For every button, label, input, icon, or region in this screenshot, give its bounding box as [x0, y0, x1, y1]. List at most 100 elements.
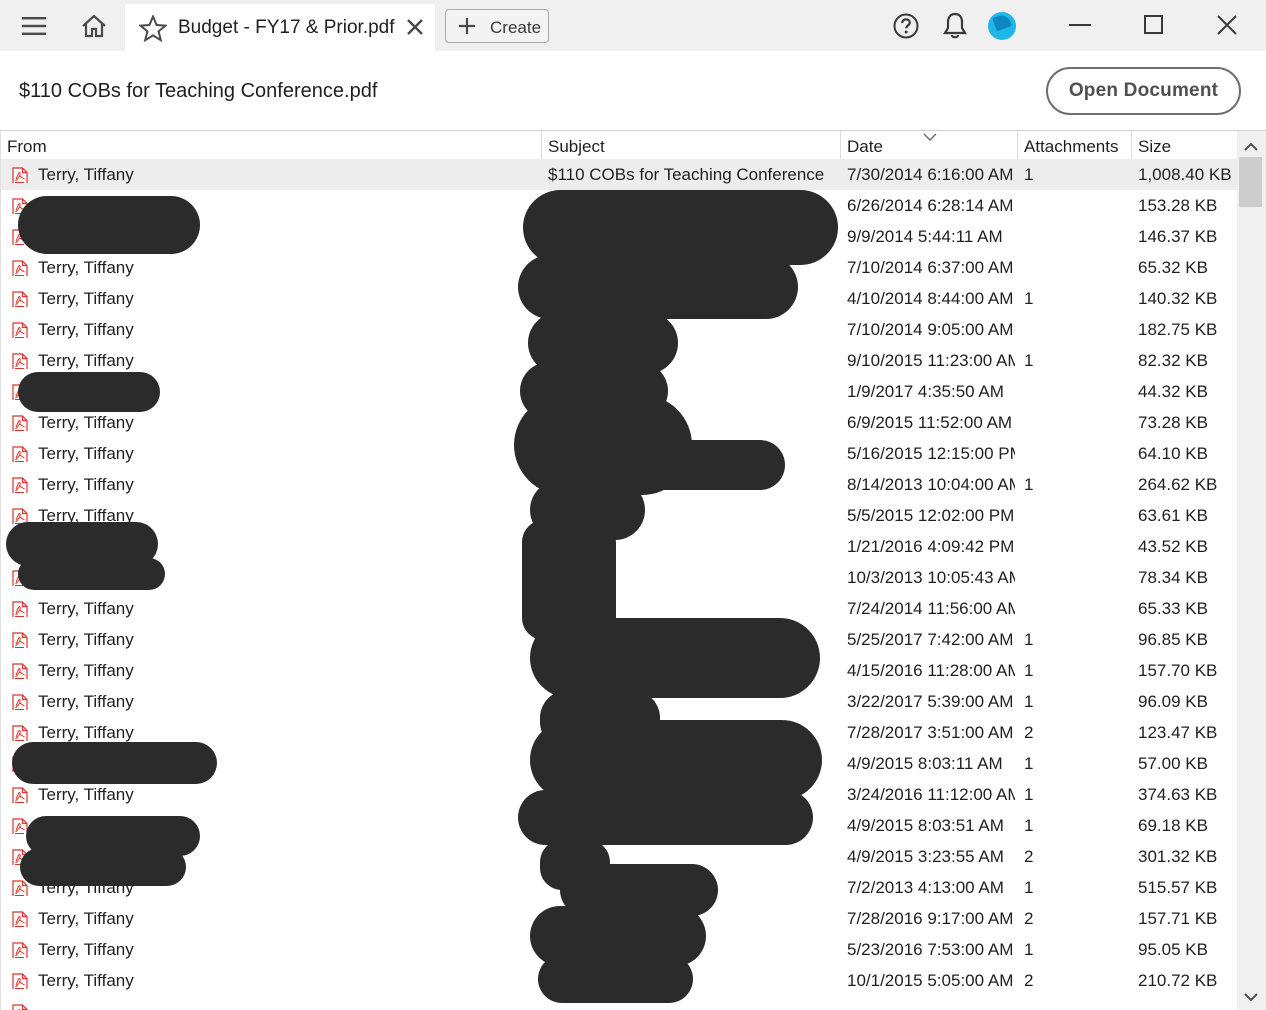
redaction-mark: [18, 372, 160, 412]
pdf-file-icon: [12, 909, 28, 927]
cell-attachments: 1: [1024, 630, 1034, 649]
table-row[interactable]: 10/3/2013 10:05:43 AM 78.34 KB: [1, 562, 1238, 593]
cell-attachments: [1024, 314, 1124, 345]
cell-attachments: [1024, 531, 1124, 562]
pdf-file-icon: [12, 785, 28, 803]
cell-size: 301.32 KB: [1138, 847, 1218, 866]
cell-from: Terry, Tiffany: [38, 475, 134, 494]
redaction-mark: [518, 255, 798, 319]
column-header-subject[interactable]: Subject: [542, 131, 841, 159]
cell-from: Terry, Tiffany: [38, 940, 134, 959]
cell-attachments: [1024, 376, 1124, 407]
cell-date: 7/10/2014 9:05:00 AM: [847, 320, 1014, 339]
cell-date: 5/23/2016 7:53:00 AM: [847, 940, 1014, 959]
cell-size: 65.33 KB: [1138, 599, 1208, 618]
cell-from: Terry, Tiffany: [38, 692, 134, 711]
redaction-mark: [523, 190, 838, 265]
pdf-file-icon: [12, 165, 28, 183]
cell-size: 146.37 KB: [1138, 227, 1218, 246]
avatar[interactable]: [988, 12, 1016, 40]
cell-attachments: [1024, 438, 1124, 469]
cell-date: 9/10/2015 11:23:00 AM: [847, 351, 1015, 370]
pdf-file-icon: [12, 475, 28, 493]
cell-size: 65.32 KB: [1138, 258, 1208, 277]
cell-date: 8/14/2013 10:04:00 AM: [847, 475, 1015, 494]
cell-from: Terry, Tiffany: [38, 971, 134, 990]
cell-date: 5/5/2015 12:02:00 PM: [847, 506, 1015, 525]
cell-size: 64.10 KB: [1138, 444, 1208, 463]
cell-from: Terry, Tiffany: [38, 909, 134, 928]
tab-title: Budget - FY17 & Prior.pdf: [178, 17, 395, 38]
document-header: $110 COBs for Teaching Conference.pdf Op…: [0, 51, 1266, 131]
close-icon[interactable]: [405, 17, 425, 42]
cell-date: 6/9/2015 11:52:00 AM: [847, 413, 1013, 432]
cell-attachments: 1: [1024, 785, 1034, 804]
pdf-file-icon: [12, 599, 28, 617]
title-bar: Budget - FY17 & Prior.pdf Create: [0, 0, 1266, 52]
cell-date: 7/28/2017 3:51:00 AM: [847, 723, 1014, 742]
pdf-file-icon: [12, 971, 28, 989]
cell-size: 78.34 KB: [1138, 568, 1208, 587]
cell-date: 4/9/2015 8:03:51 AM: [847, 816, 1004, 835]
cell-date: 7/30/2014 6:16:00 AM: [847, 165, 1014, 184]
cell-date: 4/10/2014 8:44:00 AM: [847, 289, 1014, 308]
open-document-button[interactable]: Open Document: [1046, 67, 1241, 115]
redaction-mark: [20, 848, 186, 886]
cell-size: 96.85 KB: [1138, 630, 1208, 649]
create-button[interactable]: Create: [445, 9, 549, 43]
table-row[interactable]: Terry, Tiffany $110 COBs for Teaching Con…: [1, 159, 1238, 190]
window-close-icon[interactable]: [1215, 11, 1239, 44]
selected-document-name: $110 COBs for Teaching Conference.pdf: [19, 80, 378, 102]
cell-size: 44.32 KB: [1138, 382, 1208, 401]
cell-from: Terry, Tiffany: [38, 320, 134, 339]
pdf-file-icon: [12, 351, 28, 369]
cell-date: 6/26/2014 6:28:14 AM: [847, 196, 1014, 215]
create-label: Create: [490, 18, 542, 37]
cell-attachments: [1024, 562, 1124, 593]
column-header-attachments[interactable]: Attachments: [1018, 131, 1132, 159]
cell-from: Terry, Tiffany: [38, 159, 533, 190]
column-header-size[interactable]: Size: [1132, 131, 1238, 159]
menu-icon[interactable]: [18, 0, 50, 51]
column-header-from[interactable]: From: [1, 131, 542, 159]
document-tab[interactable]: Budget - FY17 & Prior.pdf: [125, 4, 435, 51]
scroll-up-icon[interactable]: [1244, 139, 1258, 157]
cell-size: 374.63 KB: [1138, 785, 1218, 804]
redaction-mark: [18, 196, 200, 254]
cell-date: 1/9/2017 4:35:50 AM: [847, 382, 1004, 401]
cell-date: 7/10/2014 6:37:00 AM: [847, 258, 1014, 277]
cell-date: 7/28/2016 9:17:00 AM: [847, 909, 1014, 928]
cell-from: Terry, Tiffany: [38, 258, 134, 277]
cell-size: 123.47 KB: [1138, 723, 1218, 742]
cell-attachments: 1: [1024, 878, 1034, 897]
cell-attachments: 1: [1024, 351, 1034, 370]
pdf-file-icon: [12, 444, 28, 462]
cell-size: 57.00 KB: [1138, 754, 1208, 773]
minimize-icon[interactable]: [1068, 11, 1092, 44]
star-icon[interactable]: [137, 13, 169, 47]
cell-attachments: 1: [1024, 754, 1034, 773]
cell-size: 182.75 KB: [1138, 320, 1218, 339]
cell-date: 4/9/2015 8:03:11 AM: [847, 754, 1003, 773]
cell-date: 1/21/2016 4:09:42 PM: [847, 537, 1015, 556]
pdf-file-icon: [12, 630, 28, 648]
maximize-icon[interactable]: [1142, 11, 1166, 44]
help-icon[interactable]: [893, 13, 919, 44]
vertical-scrollbar[interactable]: [1237, 131, 1266, 1010]
bell-icon[interactable]: [943, 12, 967, 45]
cell-date: 4/15/2016 11:28:00 AM: [847, 661, 1015, 680]
cell-attachments: 2: [1024, 909, 1034, 928]
home-icon[interactable]: [78, 0, 110, 51]
plus-icon: [458, 17, 476, 40]
scrollbar-thumb[interactable]: [1239, 157, 1262, 207]
scroll-down-icon[interactable]: [1244, 989, 1258, 1007]
pdf-file-icon: [12, 413, 28, 431]
cell-date: 3/24/2016 11:12:00 AM: [847, 785, 1015, 804]
cell-size: 140.32 KB: [1138, 289, 1218, 308]
table-header: From Subject Date Attachments Size: [1, 131, 1238, 159]
cell-date: 5/25/2017 7:42:00 AM: [847, 630, 1014, 649]
cell-from: Terry, Tiffany: [38, 289, 134, 308]
cell-size: 95.05 KB: [1138, 940, 1208, 959]
cell-from: Terry, Tiffany: [38, 599, 134, 618]
cell-size: 82.32 KB: [1138, 351, 1208, 370]
